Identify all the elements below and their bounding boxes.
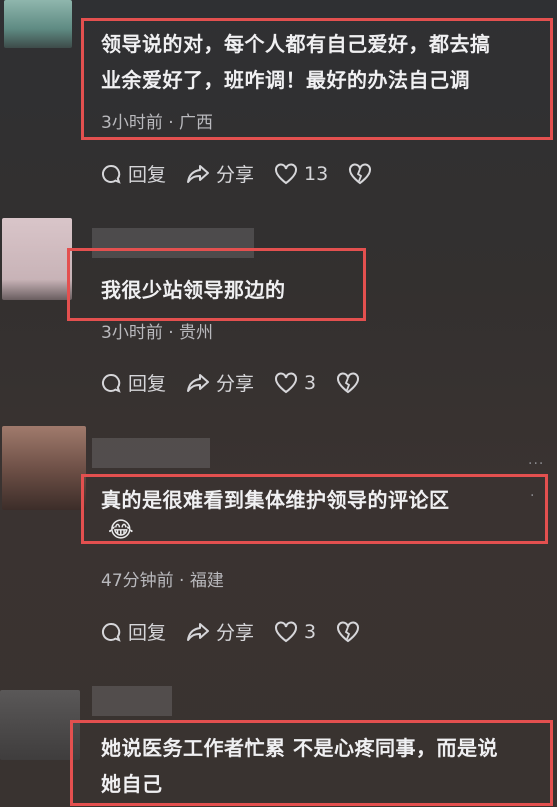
- comment-meta: 3小时前 · 广西: [101, 113, 214, 133]
- comment-meta: 3小时前 · 贵州: [101, 323, 214, 343]
- comment-text: 真的是很难看到集体维护领导的评论区: [101, 488, 450, 512]
- avatar[interactable]: [0, 690, 80, 760]
- username-blurred[interactable]: [92, 686, 172, 716]
- share-button[interactable]: 分享: [186, 369, 254, 396]
- heart-icon: [275, 162, 298, 184]
- comment-text: 她说医务工作者忙累 不是心疼同事，而是说: [101, 736, 498, 760]
- dislike-button[interactable]: [348, 162, 378, 185]
- like-button[interactable]: 13: [274, 163, 328, 185]
- comment-text: 业余爱好了，班咋调！最好的办法自己调: [101, 68, 470, 92]
- like-button[interactable]: 3: [274, 621, 316, 643]
- dislike-button[interactable]: [336, 371, 366, 394]
- reply-icon: [102, 622, 121, 642]
- dislike-button[interactable]: [336, 620, 366, 643]
- avatar[interactable]: [4, 0, 72, 48]
- share-icon: [187, 622, 210, 641]
- broken-heart-icon: [337, 620, 360, 642]
- broken-heart-icon: [337, 371, 360, 393]
- heart-icon: [275, 620, 298, 642]
- comment-text: 她自己: [101, 772, 163, 796]
- more-options-icon[interactable]: ·: [530, 488, 535, 504]
- reply-icon: [102, 373, 121, 393]
- like-count: 3: [304, 371, 317, 394]
- avatar[interactable]: [2, 426, 86, 510]
- more-options-icon[interactable]: ···: [528, 456, 544, 472]
- heart-icon: [275, 371, 298, 393]
- broken-heart-icon: [349, 162, 372, 184]
- like-button[interactable]: 3: [274, 372, 316, 394]
- comment-meta: 47分钟前 · 福建: [101, 571, 224, 591]
- share-button[interactable]: 分享: [186, 160, 254, 187]
- laugh-cry-emoji: 😂: [108, 518, 134, 543]
- like-count: 13: [304, 162, 329, 185]
- reply-icon: [102, 164, 121, 184]
- like-count: 3: [304, 620, 317, 643]
- share-icon: [187, 373, 210, 392]
- share-button[interactable]: 分享: [186, 618, 254, 645]
- reply-button[interactable]: 回复: [100, 160, 166, 187]
- comment-actions: 回复 分享 3: [100, 618, 386, 645]
- avatar[interactable]: [2, 218, 72, 300]
- comment-actions: 回复 分享 13: [100, 160, 398, 187]
- comment-text: 领导说的对，每个人都有自己爱好，都去搞: [101, 32, 491, 56]
- reply-button[interactable]: 回复: [100, 369, 166, 396]
- comment-text: 我很少站领导那边的: [101, 278, 286, 302]
- share-icon: [187, 164, 210, 183]
- comment-actions: 回复 分享 3: [100, 369, 386, 396]
- reply-button[interactable]: 回复: [100, 618, 166, 645]
- username-blurred[interactable]: [92, 438, 210, 468]
